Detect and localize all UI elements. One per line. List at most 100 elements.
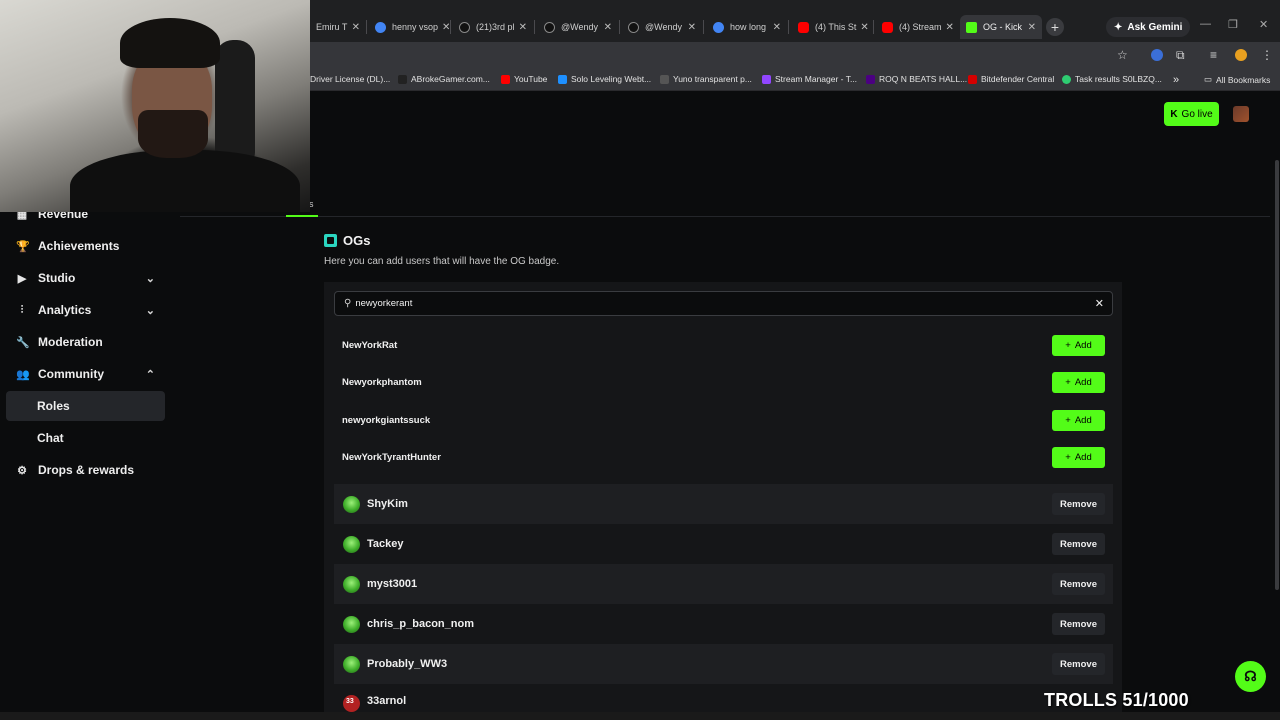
media-controls-icon[interactable]: ≡ (1210, 48, 1217, 62)
browser-tab[interactable]: how long ✕ (707, 15, 787, 39)
add-label: Add (1074, 339, 1092, 351)
add-og-button[interactable]: + Add (1052, 409, 1105, 431)
sidebar-item-studio[interactable]: ▶ Studio ⌄ (6, 263, 165, 293)
support-chat-button[interactable]: ☊ (1235, 661, 1266, 692)
bookmark-star-icon[interactable]: ☆ (1117, 48, 1128, 62)
bookmark-item[interactable]: ROQ N BEATS HALL... (866, 74, 967, 84)
chevron-up-icon[interactable]: ⌃ (146, 368, 155, 381)
plus-icon: + (1065, 451, 1071, 463)
browser-tab[interactable]: henny vsop ✕ (369, 15, 449, 39)
all-bookmarks-button[interactable]: ▭ All Bookmarks (1204, 74, 1270, 85)
tab-label: (21)3rd pl (476, 22, 515, 32)
bookmark-label: Bitdefender Central (981, 74, 1055, 84)
studio-icon: ▶ (17, 272, 27, 285)
close-tab-icon[interactable]: ✕ (684, 22, 696, 33)
remove-og-button[interactable]: Remove (1052, 613, 1105, 635)
remove-og-button[interactable]: Remove (1052, 533, 1105, 555)
new-tab-button[interactable]: + (1046, 18, 1064, 36)
og-member-row: 33arnol (334, 684, 1113, 712)
bookmark-item[interactable]: ABrokeGamer.com... (398, 74, 490, 84)
close-tab-icon[interactable]: ✕ (769, 22, 781, 33)
add-og-button[interactable]: + Add (1052, 334, 1105, 356)
browser-menu-icon[interactable]: ⋮ (1261, 48, 1273, 62)
user-avatar[interactable] (1233, 106, 1249, 122)
bookmark-item[interactable]: Task results S0LBZQ... (1062, 74, 1162, 84)
tab-label: Emiru T (316, 22, 348, 32)
sidebar-item-roles[interactable]: Roles (6, 391, 165, 421)
browser-tab[interactable]: (21)3rd pl ✕ (453, 15, 533, 39)
trophy-icon: 🏆 (16, 240, 30, 253)
bookmarks-overflow-button[interactable]: » (1173, 74, 1179, 86)
member-username: ShyKim (367, 498, 408, 510)
tab-separator (873, 20, 874, 34)
bookmark-item[interactable]: Bitdefender Central (968, 74, 1054, 84)
close-tab-icon[interactable]: ✕ (600, 22, 612, 33)
profile-avatar-icon[interactable] (1235, 49, 1247, 61)
sidebar-item-drops-rewards[interactable]: ⚙ Drops & rewards (6, 455, 165, 485)
page-scrollbar[interactable] (1275, 160, 1279, 590)
subnav-divider (180, 216, 1270, 217)
remove-og-button[interactable]: Remove (1052, 653, 1105, 675)
extension-icon[interactable] (1151, 49, 1163, 61)
bookmark-item[interactable]: YouTube (501, 74, 547, 84)
close-tab-icon[interactable]: ✕ (515, 22, 527, 33)
browser-tab[interactable]: (4) This St ✕ (792, 15, 872, 39)
sidebar-item-chat[interactable]: Chat (6, 423, 165, 453)
sidebar-item-community[interactable]: 👥 Community ⌃ (6, 359, 165, 389)
go-live-label: Go live (1181, 108, 1213, 120)
sidebar-item-label: Studio (38, 271, 76, 285)
chevron-down-icon[interactable]: ⌄ (146, 272, 155, 285)
og-search-box[interactable]: ⚲ ✕ (334, 291, 1113, 316)
browser-tab-active[interactable]: OG - Kick ✕ (960, 15, 1042, 39)
browser-tab[interactable]: Emiru T ✕ (310, 15, 366, 39)
result-username: newyorkgiantssuck (342, 414, 431, 426)
youtube-icon (798, 21, 809, 33)
ask-gemini-button[interactable]: ✦ Ask Gemini (1106, 17, 1191, 37)
browser-tab[interactable]: @Wendy ✕ (538, 15, 618, 39)
tab-separator (703, 20, 704, 34)
browser-tab[interactable]: @Wendy ✕ (622, 15, 702, 39)
minimize-icon[interactable]: — (1200, 18, 1211, 30)
member-username: myst3001 (367, 578, 418, 590)
og-member-row: ShyKim Remove (334, 484, 1113, 524)
browser-tab[interactable]: (4) Stream ✕ (876, 15, 956, 39)
tab-separator (619, 20, 620, 34)
chevron-down-icon[interactable]: ⌄ (146, 304, 155, 317)
extensions-puzzle-icon[interactable]: ⧉ (1176, 48, 1185, 63)
bookmark-item[interactable]: Yuno transparent p... (660, 74, 752, 84)
close-tab-icon[interactable]: ✕ (348, 22, 360, 33)
close-tab-icon[interactable]: ✕ (942, 22, 954, 33)
restore-icon[interactable]: ❐ (1228, 18, 1238, 31)
tab-separator (534, 20, 535, 34)
member-username: chris_p_bacon_nom (367, 618, 474, 630)
og-search-input[interactable] (355, 298, 1095, 309)
bookmark-item[interactable]: Solo Leveling Webt... (558, 74, 651, 84)
gemini-icon: ✦ (1114, 21, 1123, 33)
go-live-button[interactable]: K Go live (1164, 102, 1219, 126)
plus-icon: + (1065, 414, 1071, 426)
sidebar-item-moderation[interactable]: 🔧 Moderation (6, 327, 165, 357)
bookmark-label: Driver License (DL)... (310, 74, 391, 84)
sidebar-item-analytics[interactable]: ⫶ Analytics ⌄ (6, 295, 165, 325)
close-tab-icon[interactable]: ✕ (438, 22, 449, 33)
member-username: Tackey (367, 538, 404, 550)
tab-label: (4) This St (815, 22, 857, 32)
tab-label: how long (730, 22, 767, 32)
sidebar-item-label: Drops & rewards (38, 463, 135, 477)
bookmark-favicon-icon (866, 74, 875, 84)
result-username: NewYorkTyrantHunter (342, 451, 441, 463)
close-tab-icon[interactable]: ✕ (856, 22, 868, 33)
remove-og-button[interactable]: Remove (1052, 573, 1105, 595)
remove-og-button[interactable]: Remove (1052, 493, 1105, 515)
wrench-icon: 🔧 (16, 336, 30, 349)
add-og-button[interactable]: + Add (1052, 446, 1105, 468)
close-window-icon[interactable]: ✕ (1259, 18, 1268, 31)
bookmark-item[interactable]: Stream Manager - T... (762, 74, 857, 84)
add-og-button[interactable]: + Add (1052, 371, 1105, 393)
clear-search-icon[interactable]: ✕ (1095, 297, 1104, 310)
search-result-row: NewYorkRat + Add (342, 334, 1105, 356)
bookmark-label: Task results S0LBZQ... (1075, 74, 1162, 84)
sidebar-item-achievements[interactable]: 🏆 Achievements (6, 231, 165, 261)
close-tab-icon[interactable]: ✕ (1024, 22, 1036, 33)
bookmark-item[interactable]: Driver License (DL)... (310, 74, 390, 84)
